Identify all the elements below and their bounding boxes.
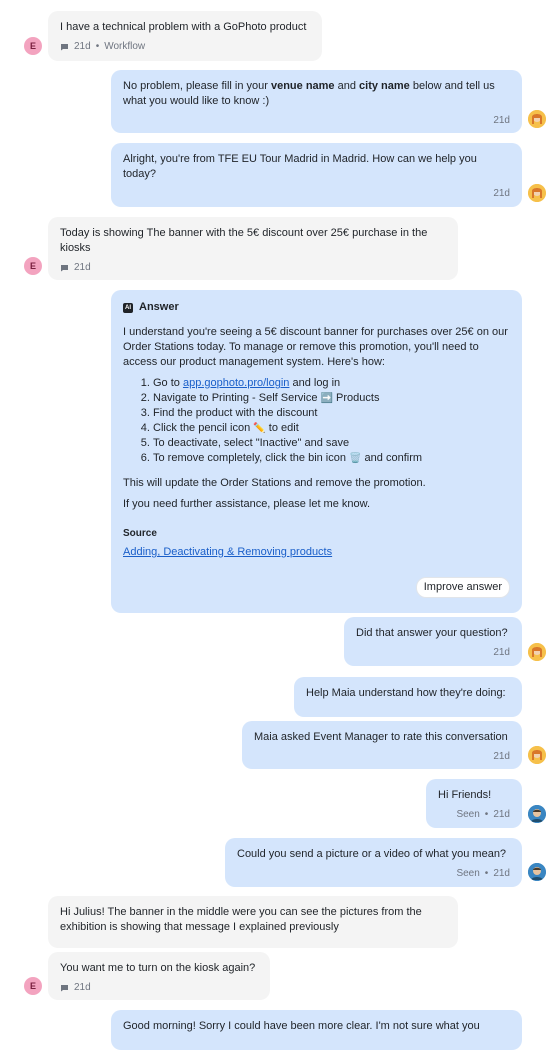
message-text: Maia asked Event Manager to rate this co… — [254, 731, 508, 743]
message-time: 21d — [74, 41, 91, 52]
message-time: 21d — [493, 115, 510, 126]
source-label: Source — [123, 528, 157, 539]
answer-outro: If you need further assistance, please l… — [123, 498, 371, 510]
answer-step: To remove completely, click the bin icon… — [153, 451, 510, 466]
message-outgoing: Help Maia understand how they're doing: — [294, 677, 522, 717]
message-incoming: Today is showing The banner with the 5€ … — [48, 217, 458, 280]
message-status: Seen — [456, 868, 480, 879]
message-meta: Seen • 21d — [438, 807, 510, 822]
message-time: 21d — [493, 868, 510, 879]
meta-separator: • — [484, 809, 489, 820]
message-outgoing: Alright, you're from TFE EU Tour Madrid … — [111, 143, 522, 207]
ai-answer-header: AI Answer — [123, 300, 510, 315]
answer-step: To deactivate, select "Inactive" and sav… — [153, 436, 510, 451]
step-text: and log in — [289, 377, 341, 389]
step-text: Go to — [153, 377, 183, 389]
answer-steps: Go to app.gophoto.pro/login and log in N… — [123, 376, 510, 466]
message-outgoing: Good morning! Sorry I could have been mo… — [111, 1010, 522, 1050]
message-outgoing: Did that answer your question? 21d — [344, 617, 522, 666]
message-meta: 21d — [254, 749, 510, 764]
message-outgoing: Could you send a picture or a video of w… — [225, 838, 522, 887]
message-text: Good morning! Sorry I could have been mo… — [123, 1020, 480, 1032]
message-time: 21d — [74, 262, 91, 273]
message-outgoing: No problem, please fill in your venue na… — [111, 70, 522, 133]
login-link[interactable]: app.gophoto.pro/login — [183, 377, 289, 389]
message-time: 21d — [493, 751, 510, 762]
message-incoming: I have a technical problem with a GoPhot… — [48, 11, 322, 61]
julius-avatar[interactable] — [528, 805, 546, 823]
text-bold: venue name — [270, 80, 335, 92]
answer-step: Find the product with the discount — [153, 406, 510, 421]
improve-answer-button[interactable]: Improve answer — [415, 577, 510, 598]
maia-avatar[interactable] — [528, 110, 546, 128]
answer-step: Navigate to Printing - Self Service ➡️ P… — [153, 391, 510, 406]
message-meta: 21d — [123, 113, 510, 128]
step-text: Products — [332, 392, 380, 404]
message-incoming: You want me to turn on the kiosk again? … — [48, 952, 270, 1000]
chat-bubble-icon — [60, 264, 69, 272]
message-time: 21d — [74, 982, 91, 993]
message-text: Help Maia understand how they're doing: — [306, 687, 506, 699]
answer-step: Click the pencil icon ✏️ to edit — [153, 421, 510, 436]
message-channel: Workflow — [104, 41, 146, 52]
step-text: To remove completely, click the bin icon — [153, 452, 350, 464]
maia-avatar[interactable] — [528, 746, 546, 764]
message-status: Seen — [456, 809, 480, 820]
message-meta: 21d • Workflow — [60, 39, 310, 54]
pencil-icon: ✏️ — [253, 423, 266, 434]
arrow-right-icon: ➡️ — [320, 393, 333, 404]
maia-avatar[interactable] — [528, 643, 546, 661]
source-link[interactable]: Adding, Deactivating & Removing products — [123, 546, 332, 558]
message-text: Did that answer your question? — [356, 627, 508, 639]
step-text: Click the pencil icon — [153, 422, 254, 434]
message-outgoing: Hi Friends! Seen • 21d — [426, 779, 522, 828]
step-text: Navigate to Printing - Self Service — [153, 392, 321, 404]
answer-step: Go to app.gophoto.pro/login and log in — [153, 376, 510, 391]
message-meta: Seen • 21d — [237, 866, 510, 881]
maia-avatar[interactable] — [528, 184, 546, 202]
message-incoming: Hi Julius! The banner in the middle were… — [48, 896, 458, 948]
step-text: to edit — [265, 422, 299, 434]
customer-avatar[interactable]: E — [24, 257, 42, 275]
chat-bubble-icon — [60, 43, 69, 51]
message-meta: 21d — [123, 186, 510, 201]
meta-separator: • — [95, 41, 100, 52]
customer-avatar[interactable]: E — [24, 37, 42, 55]
text-bold: city name — [359, 80, 410, 92]
chat-bubble-icon — [60, 984, 69, 992]
message-text: No problem, please fill in your venue na… — [123, 79, 510, 109]
bin-icon: 🗑️ — [349, 453, 362, 464]
customer-avatar[interactable]: E — [24, 977, 42, 995]
julius-avatar[interactable] — [528, 863, 546, 881]
message-text: You want me to turn on the kiosk again? — [60, 962, 256, 974]
message-text: Today is showing The banner with the 5€ … — [60, 227, 428, 254]
step-text: and confirm — [361, 452, 423, 464]
answer-outro: This will update the Order Stations and … — [123, 477, 426, 489]
message-text: Hi Julius! The banner in the middle were… — [60, 906, 422, 933]
ai-answer-card: AI Answer I understand you're seeing a 5… — [111, 290, 522, 613]
message-time: 21d — [493, 809, 510, 820]
ai-icon: AI — [123, 302, 133, 313]
message-time: 21d — [493, 647, 510, 658]
message-text: Could you send a picture or a video of w… — [237, 848, 507, 860]
message-meta: 21d — [356, 645, 510, 660]
text-part: No problem, please fill in your — [123, 80, 271, 92]
message-text: Hi Friends! — [438, 789, 492, 801]
message-text: Alright, you're from TFE EU Tour Madrid … — [123, 153, 477, 180]
message-outgoing: Maia asked Event Manager to rate this co… — [242, 721, 522, 769]
message-text: I have a technical problem with a GoPhot… — [60, 21, 307, 33]
text-part: and — [334, 80, 360, 92]
meta-separator: • — [484, 868, 489, 879]
answer-intro: I understand you're seeing a 5€ discount… — [123, 326, 508, 368]
message-meta: 21d — [60, 260, 446, 275]
message-time: 21d — [493, 188, 510, 199]
message-meta: 21d — [60, 980, 258, 995]
ai-answer-title: Answer — [139, 301, 179, 313]
